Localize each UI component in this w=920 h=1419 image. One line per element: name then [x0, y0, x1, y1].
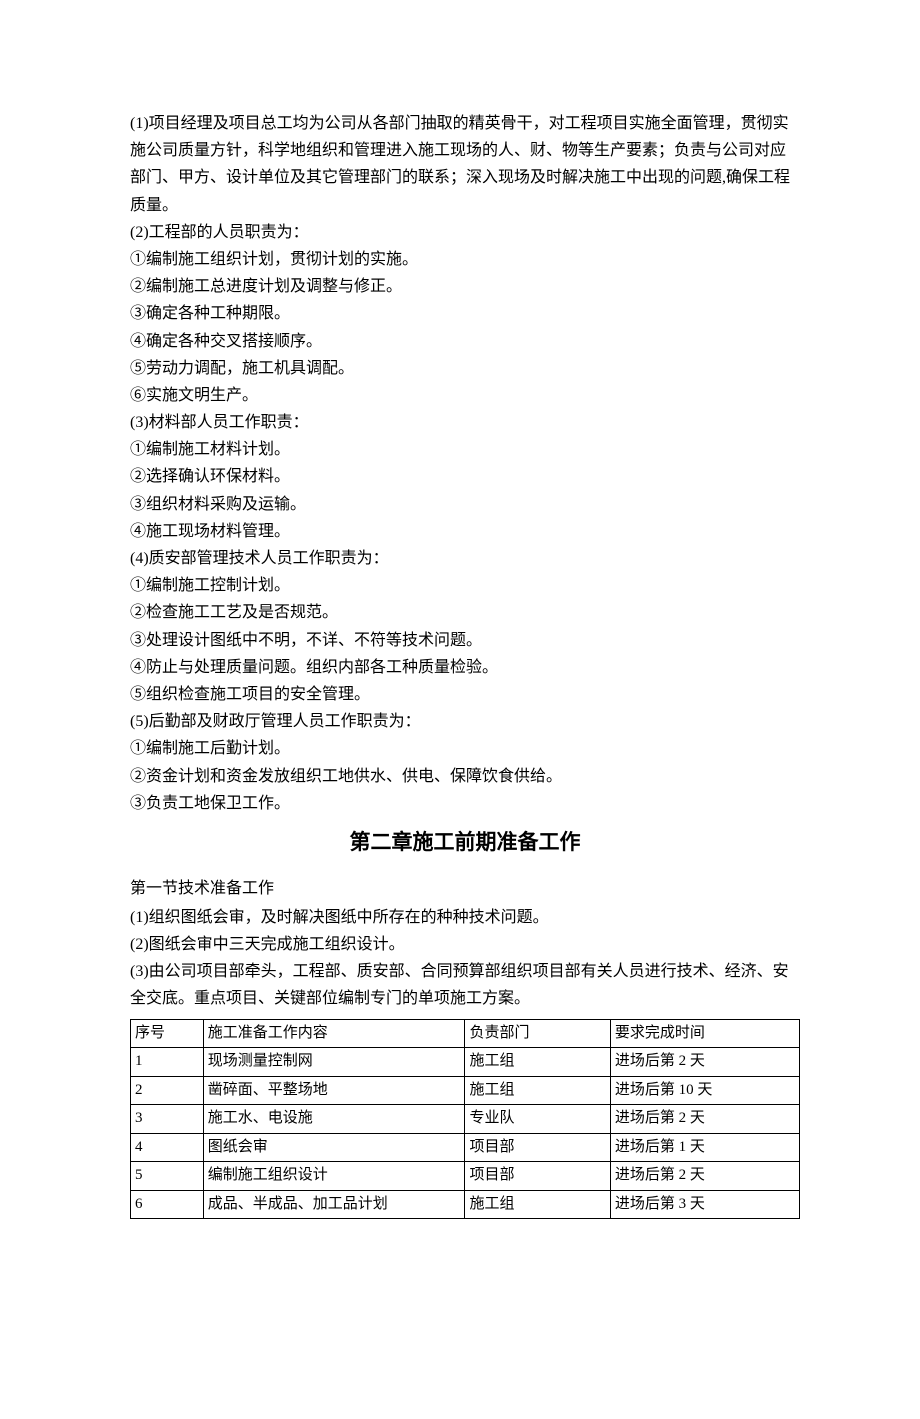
paragraph: (1)项目经理及项目总工均为公司从各部门抽取的精英骨干，对工程项目实施全面管理，… [130, 110, 800, 219]
table-header-cell: 施工准备工作内容 [203, 1019, 465, 1048]
table-header-row: 序号施工准备工作内容负责部门要求完成时间 [131, 1019, 800, 1048]
table-cell: 1 [131, 1048, 204, 1077]
table-cell: 3 [131, 1105, 204, 1134]
paragraph: ①编制施工后勤计划。 [130, 735, 800, 762]
paragraph: ③确定各种工种期限。 [130, 300, 800, 327]
table-cell: 5 [131, 1162, 204, 1191]
table-header-cell: 负责部门 [465, 1019, 610, 1048]
table-cell: 进场后第 2 天 [610, 1105, 799, 1134]
table-cell: 4 [131, 1133, 204, 1162]
table-cell: 项目部 [465, 1162, 610, 1191]
section-paragraph: (1)组织图纸会审，及时解决图纸中所存在的种种技术问题。 [130, 904, 800, 931]
paragraph: ④确定各种交叉搭接顺序。 [130, 328, 800, 355]
paragraph: ③处理设计图纸中不明，不详、不符等技术问题。 [130, 627, 800, 654]
table-row: 4图纸会审项目部进场后第 1 天 [131, 1133, 800, 1162]
table-cell: 进场后第 10 天 [610, 1076, 799, 1105]
section-paragraphs: (1)组织图纸会审，及时解决图纸中所存在的种种技术问题。(2)图纸会审中三天完成… [130, 904, 800, 1013]
paragraph: ⑤组织检查施工项目的安全管理。 [130, 681, 800, 708]
paragraph: ③组织材料采购及运输。 [130, 491, 800, 518]
paragraph: (5)后勤部及财政厅管理人员工作职责为： [130, 708, 800, 735]
table-cell: 进场后第 2 天 [610, 1162, 799, 1191]
paragraph: ⑥实施文明生产。 [130, 382, 800, 409]
table-header-cell: 要求完成时间 [610, 1019, 799, 1048]
table-cell: 2 [131, 1076, 204, 1105]
paragraph: (4)质安部管理技术人员工作职责为： [130, 545, 800, 572]
chapter-title: 第二章施工前期准备工作 [130, 825, 800, 861]
paragraph: ②资金计划和资金发放组织工地供水、供电、保障饮食供给。 [130, 763, 800, 790]
paragraph: ①编制施工组织计划，贯彻计划的实施。 [130, 246, 800, 273]
table-row: 1现场测量控制网施工组进场后第 2 天 [131, 1048, 800, 1077]
table-cell: 进场后第 1 天 [610, 1133, 799, 1162]
table-row: 6成品、半成品、加工品计划施工组进场后第 3 天 [131, 1190, 800, 1219]
table-cell: 编制施工组织设计 [203, 1162, 465, 1191]
table-cell: 凿碎面、平整场地 [203, 1076, 465, 1105]
preparation-table: 序号施工准备工作内容负责部门要求完成时间1现场测量控制网施工组进场后第 2 天2… [130, 1019, 800, 1220]
paragraph: ③负责工地保卫工作。 [130, 790, 800, 817]
paragraph: ④施工现场材料管理。 [130, 518, 800, 545]
paragraph: (2)工程部的人员职责为： [130, 219, 800, 246]
table-cell: 进场后第 3 天 [610, 1190, 799, 1219]
table-row: 5编制施工组织设计项目部进场后第 2 天 [131, 1162, 800, 1191]
table-cell: 施工组 [465, 1048, 610, 1077]
paragraph: ④防止与处理质量问题。组织内部各工种质量检验。 [130, 654, 800, 681]
paragraph: ②检查施工工艺及是否规范。 [130, 599, 800, 626]
table-row: 3施工水、电设施专业队进场后第 2 天 [131, 1105, 800, 1134]
table-cell: 6 [131, 1190, 204, 1219]
paragraph: (3)材料部人员工作职责： [130, 409, 800, 436]
table-header-cell: 序号 [131, 1019, 204, 1048]
table-cell: 项目部 [465, 1133, 610, 1162]
table-cell: 专业队 [465, 1105, 610, 1134]
section-paragraph: (3)由公司项目部牵头，工程部、质安部、合同预算部组织项目部有关人员进行技术、经… [130, 958, 800, 1012]
table-cell: 成品、半成品、加工品计划 [203, 1190, 465, 1219]
table-cell: 施工水、电设施 [203, 1105, 465, 1134]
table-cell: 施工组 [465, 1076, 610, 1105]
paragraph: ②编制施工总进度计划及调整与修正。 [130, 273, 800, 300]
section-title: 第一节技术准备工作 [130, 875, 800, 902]
table-cell: 进场后第 2 天 [610, 1048, 799, 1077]
paragraph: ②选择确认环保材料。 [130, 463, 800, 490]
paragraph: ①编制施工控制计划。 [130, 572, 800, 599]
paragraph: ⑤劳动力调配，施工机具调配。 [130, 355, 800, 382]
table-cell: 施工组 [465, 1190, 610, 1219]
section-paragraph: (2)图纸会审中三天完成施工组织设计。 [130, 931, 800, 958]
table-row: 2凿碎面、平整场地施工组进场后第 10 天 [131, 1076, 800, 1105]
table-cell: 现场测量控制网 [203, 1048, 465, 1077]
body-paragraphs: (1)项目经理及项目总工均为公司从各部门抽取的精英骨干，对工程项目实施全面管理，… [130, 110, 800, 817]
paragraph: ①编制施工材料计划。 [130, 436, 800, 463]
table-cell: 图纸会审 [203, 1133, 465, 1162]
